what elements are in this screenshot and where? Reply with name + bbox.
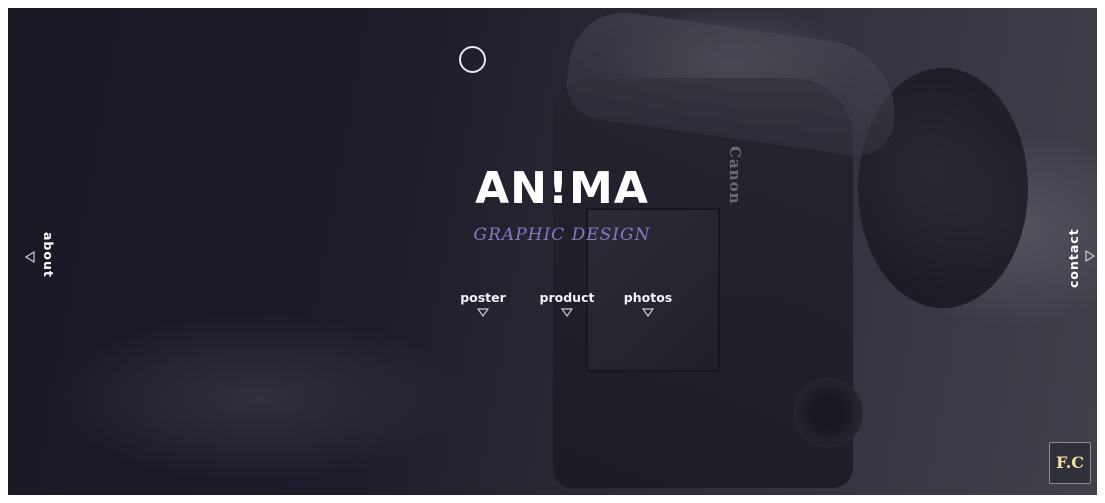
nav-item-label: poster [460,290,506,305]
tagline: GRAPHIC DESIGN [473,225,651,245]
nav-item-product[interactable]: product [536,290,598,317]
side-link-label: about [41,232,56,278]
nav-item-poster[interactable]: poster [458,290,508,317]
dark-overlay [8,8,1097,495]
nav-item-label: product [539,290,595,305]
nav-item-label: photos [623,290,673,305]
triangle-right-icon [1085,250,1095,262]
main-nav: poster product photos [448,290,688,330]
brand-badge[interactable]: F.C [1049,442,1091,484]
hero-background: Canon AN!MA GRAPHIC DESIGN poster produc… [8,8,1097,495]
triangle-down-icon [642,308,654,317]
nav-item-photos[interactable]: photos [620,290,676,317]
side-link-about[interactable]: about [22,228,56,288]
triangle-down-icon [477,308,489,317]
side-link-contact[interactable]: contact [1064,220,1097,294]
triangle-left-icon [25,251,35,263]
side-link-label: contact [1066,228,1081,288]
site-logo[interactable]: AN!MA [457,163,667,215]
triangle-down-icon [561,308,573,317]
circle-icon[interactable] [459,46,486,73]
